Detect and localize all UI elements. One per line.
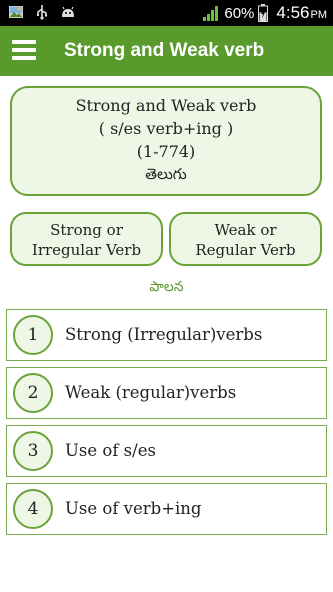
app-bar: Strong and Weak verb <box>0 26 333 76</box>
app-title: Strong and Weak verb <box>64 40 265 61</box>
header-card: Strong and Weak verb ( s/es verb+ing ) (… <box>10 86 322 196</box>
item-label: Strong (Irregular)verbs <box>65 325 263 344</box>
header-range: (1-774) <box>136 142 196 161</box>
android-debug-icon <box>60 4 76 20</box>
battery-percent: 60% <box>224 4 255 22</box>
strong-irregular-verb-button[interactable]: Strong or Irregular Verb <box>10 212 163 266</box>
item-number-badge: 1 <box>13 315 53 355</box>
photo-notification-icon <box>8 4 24 20</box>
section-label: పాలన <box>149 279 184 295</box>
item-label: Weak (regular)verbs <box>65 383 237 402</box>
strong-button-line2: Irregular Verb <box>31 241 142 259</box>
main-content: Strong and Weak verb ( s/es verb+ing ) (… <box>0 76 333 592</box>
item-number-badge: 4 <box>13 489 53 529</box>
item-number-badge: 3 <box>13 431 53 471</box>
header-title: Strong and Weak verb <box>75 96 257 115</box>
weak-button-line1: Weak or <box>214 221 277 239</box>
item-label: Use of verb+ing <box>65 499 202 518</box>
header-subtitle: ( s/es verb+ing ) <box>98 119 234 138</box>
list-item-weak-regular-verbs[interactable]: 2 Weak (regular)verbs <box>6 367 327 419</box>
item-label: Use of s/es <box>65 441 156 460</box>
item-number-badge: 2 <box>13 373 53 413</box>
list-item-strong-irregular-verbs[interactable]: 1 Strong (Irregular)verbs <box>6 309 327 361</box>
list-item-use-of-verb-ing[interactable]: 4 Use of verb+ing <box>6 483 327 535</box>
clock: 4:56PM <box>276 3 327 22</box>
status-bar: 60% 4:56PM <box>0 0 333 26</box>
weak-regular-verb-button[interactable]: Weak or Regular Verb <box>169 212 322 266</box>
strong-button-line1: Strong or <box>50 221 123 239</box>
header-language: తెలుగు <box>145 165 187 183</box>
weak-button-line2: Regular Verb <box>195 241 296 259</box>
status-right-group: 60% 4:56PM <box>202 0 327 26</box>
hamburger-menu-icon[interactable] <box>12 38 36 62</box>
list-item-use-of-s-es[interactable]: 3 Use of s/es <box>6 425 327 477</box>
battery-charging-icon <box>258 4 269 22</box>
status-notification-icons <box>8 4 76 20</box>
usb-icon <box>34 4 50 20</box>
signal-bars-icon <box>202 4 220 22</box>
